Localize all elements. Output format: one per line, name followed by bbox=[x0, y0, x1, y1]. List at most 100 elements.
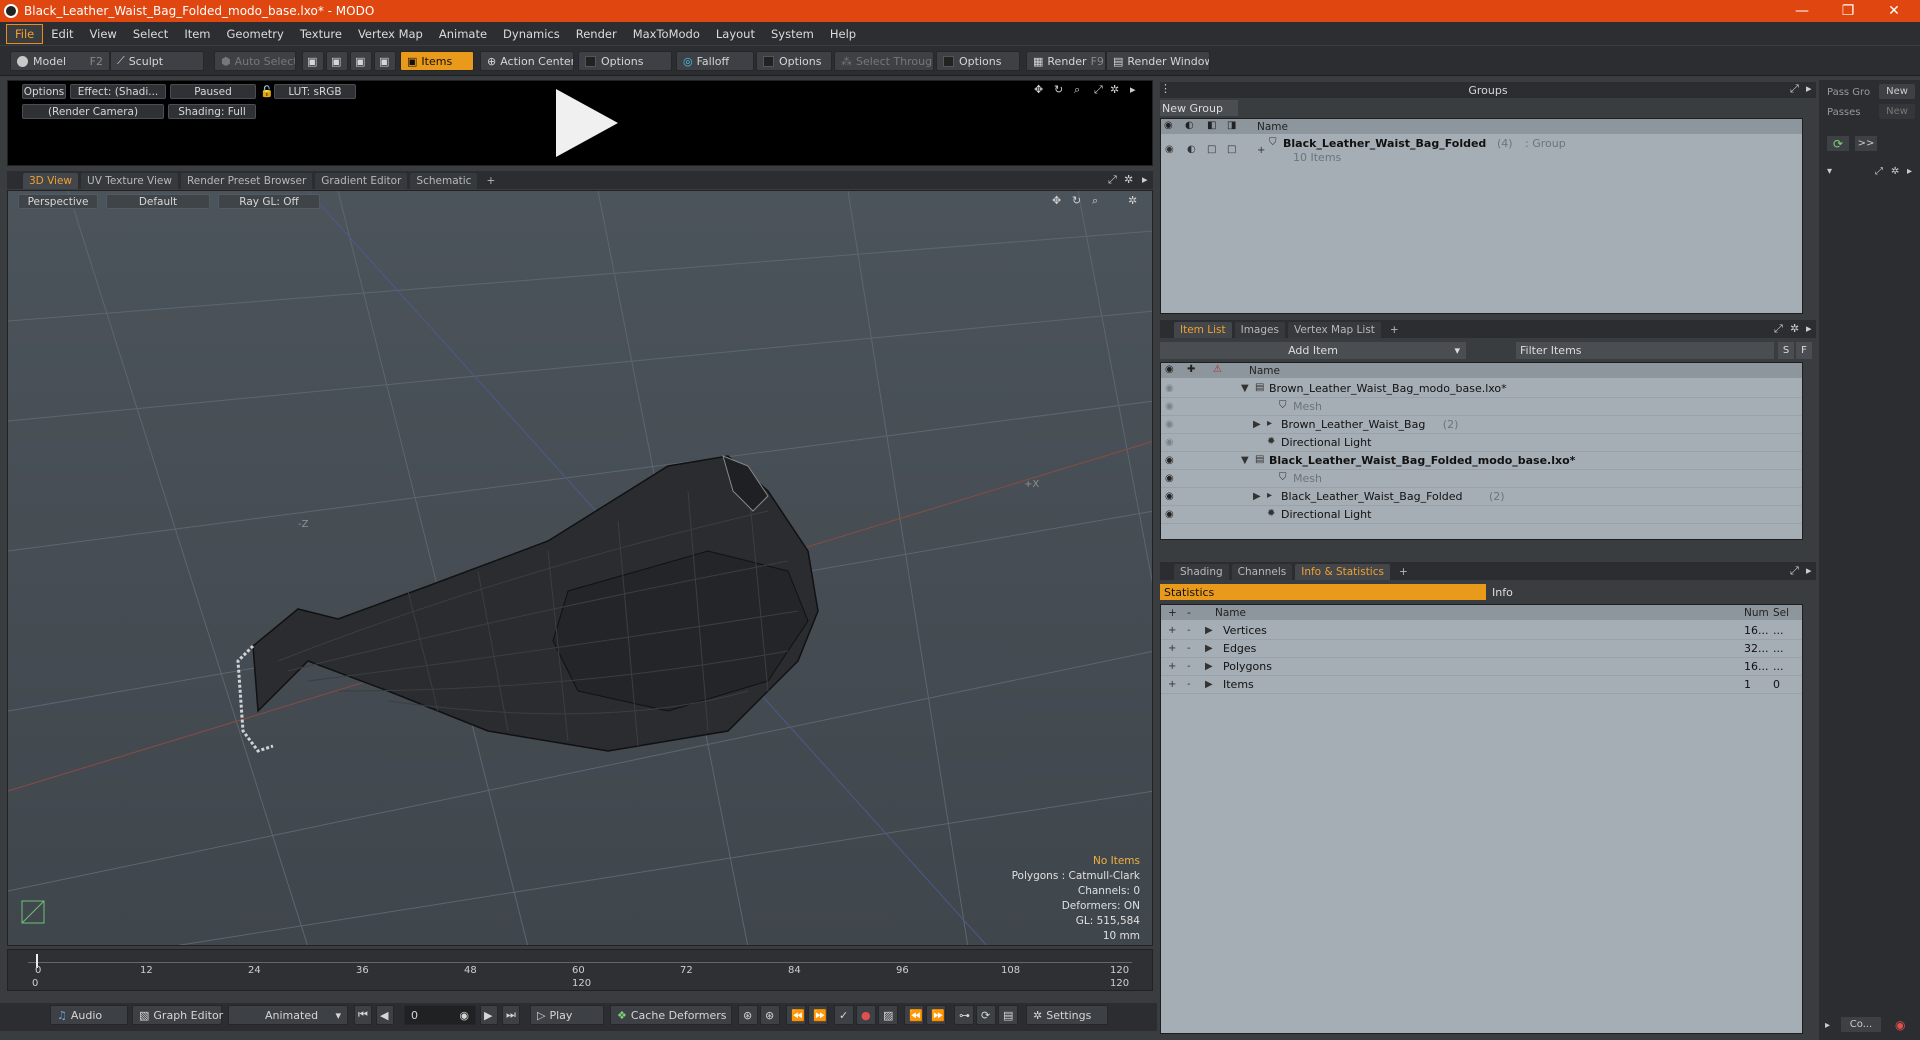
play-icon[interactable] bbox=[556, 89, 618, 157]
expand-plus-icon[interactable]: + bbox=[1168, 625, 1176, 636]
range-mid[interactable]: 120 bbox=[572, 978, 591, 989]
menu-animate[interactable]: Animate bbox=[431, 25, 495, 43]
tab-uv-texture-view[interactable]: UV Texture View bbox=[81, 173, 178, 189]
3d-viewport[interactable]: +X -Z Perspective Default Ray GL: Off ✥ … bbox=[7, 190, 1153, 946]
gear-icon[interactable]: ✲ bbox=[1790, 322, 1799, 335]
minimize-button[interactable]: — bbox=[1780, 0, 1824, 22]
info-tab[interactable]: Info bbox=[1488, 584, 1816, 600]
menu-select[interactable]: Select bbox=[125, 25, 176, 43]
default-dropdown[interactable]: Default bbox=[106, 194, 210, 209]
select-through-options-button[interactable]: Options bbox=[936, 51, 1020, 71]
range-start[interactable]: 0 bbox=[32, 978, 38, 989]
visibility-eye-icon[interactable]: ◉ bbox=[1165, 509, 1174, 520]
key-filter-icon[interactable]: ▨ bbox=[878, 1005, 898, 1025]
tab-3d-view[interactable]: 3D View bbox=[23, 173, 79, 189]
add-tab-button[interactable]: + bbox=[480, 173, 501, 189]
statistics-tab[interactable]: Statistics bbox=[1160, 584, 1486, 600]
triangle-right-icon[interactable]: ▸ bbox=[1142, 173, 1148, 186]
maximize-icon[interactable]: ⤢ bbox=[1094, 83, 1103, 97]
triangle-right-icon[interactable]: ▸ bbox=[1130, 83, 1136, 96]
eye-column-icon[interactable]: ◉ bbox=[1165, 364, 1174, 375]
maximize-icon[interactable]: ⤢ bbox=[1108, 173, 1117, 187]
add-item-dropdown[interactable]: Add Item ▾ bbox=[1160, 342, 1466, 359]
menu-edit[interactable]: Edit bbox=[43, 25, 81, 43]
refresh-icon[interactable]: ⟳ bbox=[1827, 136, 1849, 151]
tab-shading[interactable]: Shading bbox=[1174, 564, 1229, 580]
maximize-icon[interactable]: ⤢ bbox=[1875, 164, 1883, 179]
menu-layout[interactable]: Layout bbox=[708, 25, 763, 43]
record-icon[interactable]: ◉ bbox=[1895, 1017, 1905, 1032]
collapse-triangle-icon[interactable]: ▼ bbox=[1241, 383, 1249, 394]
visibility-eye-icon[interactable]: ◉ bbox=[1165, 437, 1174, 448]
menu-help[interactable]: Help bbox=[822, 25, 864, 43]
materials-mode-button[interactable]: ▣ bbox=[374, 51, 396, 71]
tab-images[interactable]: Images bbox=[1234, 322, 1285, 338]
new-group-button[interactable]: New Group bbox=[1160, 100, 1238, 116]
item-list-row[interactable]: ◉ ▶ ▸ Black_Leather_Waist_Bag_Folded (2) bbox=[1161, 488, 1802, 506]
stat-row[interactable]: + - ▶ Items 1 0 bbox=[1161, 676, 1802, 694]
next-key-icon[interactable]: ⏩ bbox=[808, 1005, 828, 1025]
lock-icon[interactable]: 🔓 bbox=[260, 85, 274, 98]
item-list-row[interactable]: ◉ ⛉ Mesh bbox=[1161, 470, 1802, 488]
menu-dynamics[interactable]: Dynamics bbox=[495, 25, 568, 43]
record-icon[interactable]: ● bbox=[856, 1005, 876, 1025]
render-button[interactable]: ▦ Render F9 bbox=[1026, 51, 1106, 71]
gear-icon[interactable]: ✲ bbox=[1124, 173, 1133, 186]
expand-triangle-icon[interactable]: ▶ bbox=[1205, 625, 1213, 636]
group-row[interactable]: ◉ ◐ □ □ + ⛉ Black_Leather_Waist_Bag_Fold… bbox=[1161, 136, 1802, 170]
action-center-options-button[interactable]: Options bbox=[578, 51, 672, 71]
menu-system[interactable]: System bbox=[763, 25, 822, 43]
co-button[interactable]: Co... bbox=[1841, 1017, 1881, 1032]
render-toggle-icon[interactable]: □ bbox=[1207, 144, 1216, 155]
animated-dropdown[interactable]: Animated ▾ bbox=[228, 1005, 348, 1025]
menu-item[interactable]: Item bbox=[176, 25, 218, 43]
cache-deformers-button[interactable]: ❖ Cache Deformers bbox=[610, 1005, 732, 1025]
triangle-right-icon[interactable]: ▸ bbox=[1806, 82, 1812, 95]
visibility-eye-icon[interactable]: ◉ bbox=[1165, 401, 1174, 412]
waist-bag-mesh[interactable] bbox=[236, 455, 819, 753]
select-toggle-icon[interactable]: □ bbox=[1227, 144, 1236, 155]
tab-gradient-editor[interactable]: Gradient Editor bbox=[315, 173, 408, 189]
collapse-minus-icon[interactable]: - bbox=[1187, 643, 1191, 654]
collapse-all-icon[interactable]: - bbox=[1187, 607, 1191, 619]
render-camera-dropdown[interactable]: (Render Camera) bbox=[22, 104, 164, 119]
maximize-icon[interactable]: ⤢ bbox=[1790, 82, 1799, 96]
frame-input[interactable]: 0 ◉ bbox=[404, 1005, 476, 1025]
lock-column-icon[interactable]: ✚ bbox=[1187, 364, 1195, 375]
filter-items-input[interactable]: Filter Items bbox=[1516, 342, 1774, 359]
stat-row[interactable]: + - ▶ Edges 32...... bbox=[1161, 640, 1802, 658]
collapse-triangle-icon[interactable]: ▼ bbox=[1241, 455, 1249, 466]
sculpt-mode-button[interactable]: ⟋ Sculpt bbox=[110, 51, 204, 71]
paused-button[interactable]: Paused bbox=[170, 84, 256, 99]
lock-column-icon[interactable]: ◐ bbox=[1185, 120, 1194, 131]
range-end[interactable]: 120 bbox=[1110, 978, 1129, 989]
expand-all-icon[interactable]: + bbox=[1168, 607, 1177, 619]
prev-key-icon[interactable]: ⏪ bbox=[786, 1005, 806, 1025]
auto-key-icon[interactable]: ✓ bbox=[834, 1005, 854, 1025]
select-through-button[interactable]: ⁂ Select Through bbox=[834, 51, 934, 71]
perspective-dropdown[interactable]: Perspective bbox=[18, 194, 98, 209]
raygl-dropdown[interactable]: Ray GL: Off bbox=[218, 194, 320, 209]
link-icon[interactable]: ⊶ bbox=[954, 1005, 974, 1025]
triangle-right-icon[interactable]: ▸ bbox=[1907, 164, 1912, 179]
lock-toggle-icon[interactable]: ◐ bbox=[1187, 144, 1196, 155]
gear-icon[interactable]: ✲ bbox=[1128, 194, 1137, 207]
visibility-eye-icon[interactable]: ◉ bbox=[1165, 383, 1174, 394]
go-start-icon[interactable]: ⏮ bbox=[354, 1005, 372, 1025]
channel-icon[interactable]: ▤ bbox=[998, 1005, 1018, 1025]
lut-dropdown[interactable]: LUT: sRGB bbox=[274, 84, 356, 99]
stat-row[interactable]: + - ▶ Polygons 16...... bbox=[1161, 658, 1802, 676]
preview-options-button[interactable]: Options bbox=[22, 84, 66, 99]
eye-column-icon[interactable]: ◉ bbox=[1164, 120, 1173, 131]
tab-channels[interactable]: Channels bbox=[1231, 564, 1293, 580]
expand-plus-icon[interactable]: + bbox=[1168, 661, 1176, 672]
maximize-icon[interactable]: ⤢ bbox=[1774, 322, 1783, 336]
auto-select-button[interactable]: ⬢ Auto Select bbox=[214, 51, 296, 71]
vertices-mode-button[interactable]: ▣ bbox=[302, 51, 324, 71]
chevron-down-icon[interactable]: ▾ bbox=[1827, 164, 1832, 179]
item-list-row[interactable]: ◉ ▼ ▤ Brown_Leather_Waist_Bag_modo_base.lxo… bbox=[1161, 380, 1802, 398]
item-list-row[interactable]: ◉ ▶ ▸ Brown_Leather_Waist_Bag (2) bbox=[1161, 416, 1802, 434]
key-all-icon[interactable]: ⊛ bbox=[760, 1005, 780, 1025]
expand-triangle-icon[interactable]: ▶ bbox=[1205, 643, 1213, 654]
zoom-icon[interactable]: ⌕ bbox=[1092, 194, 1098, 208]
